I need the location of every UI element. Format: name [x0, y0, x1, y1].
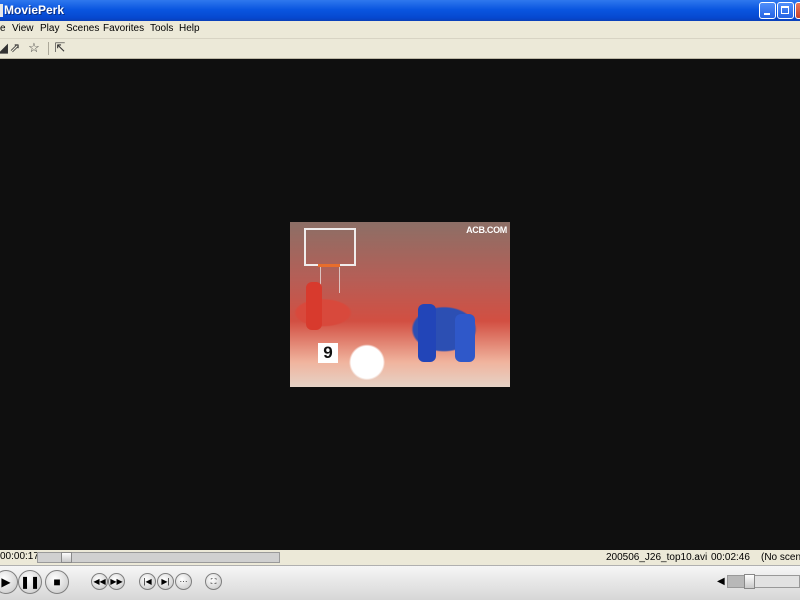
pause-icon: ❚❚: [19, 575, 41, 589]
duration-label: 00:02:46: [711, 552, 750, 563]
fullscreen-icon: ⛶: [210, 577, 217, 586]
rewind-button[interactable]: ◀◀: [91, 573, 108, 590]
seek-thumb[interactable]: [61, 552, 73, 563]
elapsed-time: 00:00:17: [0, 551, 39, 562]
stop-icon: ■: [53, 575, 61, 589]
toolbar: ◢ ⇗ ☆ ⇱: [0, 39, 800, 59]
previous-button[interactable]: |◀: [139, 573, 156, 590]
menu-bar: e View Play Scenes Favorites Tools Help: [0, 21, 800, 39]
volume-icon[interactable]: ◀: [717, 576, 725, 587]
next-button[interactable]: ▶|: [157, 573, 174, 590]
volume-thumb[interactable]: [744, 574, 755, 589]
minimize-button[interactable]: [759, 2, 776, 19]
previous-icon: |◀: [143, 577, 152, 586]
scene-label: (No scene: [761, 552, 800, 563]
status-strip: 00:00:17 200506_J26_top10.avi 00:02:46 (…: [0, 550, 800, 565]
more-button[interactable]: ···: [175, 573, 192, 590]
ranking-badge: 9: [318, 343, 338, 363]
stop-button[interactable]: ■: [45, 570, 69, 594]
fast-forward-icon: ▶▶: [110, 577, 123, 586]
favorite-star-icon[interactable]: ☆: [26, 40, 42, 56]
filename-label: 200506_J26_top10.avi: [606, 552, 708, 563]
window-title: MoviePerk: [4, 3, 65, 17]
title-bar: MoviePerk: [0, 0, 800, 21]
volume-slider[interactable]: [727, 575, 800, 588]
video-frame[interactable]: ACB.COM 9: [290, 222, 510, 387]
more-icon: ···: [179, 577, 188, 586]
maximize-button[interactable]: [777, 2, 794, 19]
control-bar: ▶ ❚❚ ■ ◀◀ ▶▶ |◀ ▶| ··· ⛶ ◀: [0, 565, 800, 600]
menu-help[interactable]: Help: [179, 23, 200, 34]
add-favorite-icon[interactable]: ⇱: [52, 40, 68, 56]
menu-play[interactable]: Play: [40, 23, 59, 34]
menu-tools[interactable]: Tools: [150, 23, 173, 34]
seek-bar[interactable]: [37, 552, 280, 563]
next-icon: ▶|: [161, 577, 170, 586]
fullscreen-button[interactable]: ⛶: [205, 573, 222, 590]
close-button[interactable]: [795, 2, 800, 19]
menu-view[interactable]: View: [12, 23, 34, 34]
rewind-icon: ◀◀: [93, 577, 106, 586]
basketball-backboard: [304, 228, 356, 266]
menu-file[interactable]: e: [0, 23, 6, 34]
open-folder-icon[interactable]: ⇗: [7, 40, 23, 56]
player-red: [306, 282, 322, 330]
play-button[interactable]: ▶: [0, 570, 18, 594]
toolbar-divider: [48, 42, 49, 55]
broadcast-logo: ACB.COM: [466, 225, 507, 235]
player-blue: [418, 304, 436, 362]
player-blue: [455, 314, 475, 362]
pause-button[interactable]: ❚❚: [18, 570, 42, 594]
minimize-icon: [764, 13, 770, 15]
menu-scenes[interactable]: Scenes: [66, 23, 99, 34]
menu-favorites[interactable]: Favorites: [103, 23, 144, 34]
maximize-icon: [781, 6, 789, 14]
fast-forward-button[interactable]: ▶▶: [108, 573, 125, 590]
play-icon: ▶: [1, 575, 11, 589]
basketball-net: [320, 267, 340, 293]
app-icon: [0, 4, 3, 17]
